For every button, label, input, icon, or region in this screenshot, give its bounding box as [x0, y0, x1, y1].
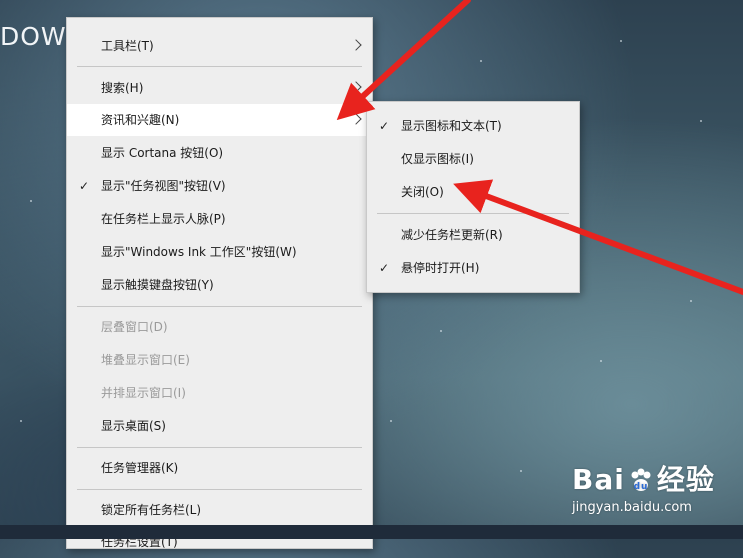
submenu-item-open-on-hover[interactable]: ✓ 悬停时打开(H)	[367, 252, 579, 284]
chevron-right-icon	[350, 113, 362, 125]
menu-item-label: 在任务栏上显示人脉(P)	[101, 212, 226, 226]
menu-item-show-touch-keyboard[interactable]: 显示触摸键盘按钮(Y)	[67, 269, 372, 301]
check-icon: ✓	[79, 179, 90, 193]
menu-item-show-cortana[interactable]: 显示 Cortana 按钮(O)	[67, 137, 372, 169]
menu-item-label: 层叠窗口(D)	[101, 320, 168, 334]
menu-item-label: 搜索(H)	[101, 81, 144, 95]
menu-separator	[377, 213, 569, 214]
watermark-logo: Bai du 经验	[572, 458, 715, 498]
menu-separator	[77, 489, 362, 490]
menu-item-lock-taskbars[interactable]: 锁定所有任务栏(L)	[67, 494, 372, 526]
menu-item-label: 任务管理器(K)	[101, 461, 179, 475]
news-and-interests-submenu: ✓ 显示图标和文本(T) 仅显示图标(I) 关闭(O) 减少任务栏更新(R) ✓…	[366, 101, 580, 293]
check-icon: ✓	[379, 119, 390, 133]
submenu-item-show-icon-and-text[interactable]: ✓ 显示图标和文本(T)	[367, 110, 579, 142]
submenu-item-label: 减少任务栏更新(R)	[401, 228, 503, 242]
submenu-item-turn-off[interactable]: 关闭(O)	[367, 176, 579, 208]
menu-item-task-manager[interactable]: 任务管理器(K)	[67, 452, 372, 484]
menu-item-label: 工具栏(T)	[101, 39, 154, 53]
menu-separator	[77, 306, 362, 307]
menu-item-label: 锁定所有任务栏(L)	[101, 503, 202, 517]
taskbar-context-menu: 工具栏(T) 搜索(H) 资讯和兴趣(N) 显示 Cortana 按钮(O) ✓…	[66, 17, 373, 549]
watermark-url: jingyan.baidu.com	[572, 500, 692, 515]
menu-item-label: 并排显示窗口(I)	[101, 386, 186, 400]
submenu-item-label: 关闭(O)	[401, 185, 444, 199]
menu-item-label: 显示桌面(S)	[101, 419, 166, 433]
menu-item-show-people[interactable]: 在任务栏上显示人脉(P)	[67, 203, 372, 235]
menu-item-show-windows-ink[interactable]: 显示"Windows Ink 工作区"按钮(W)	[67, 236, 372, 268]
check-icon: ✓	[379, 261, 390, 275]
menu-separator	[77, 66, 362, 67]
menu-item-side-by-side-windows[interactable]: 并排显示窗口(I)	[67, 377, 372, 409]
svg-text:du: du	[633, 482, 648, 492]
baidu-jingyan-watermark: Bai du 经验 jingyan.baidu.com	[572, 458, 715, 515]
submenu-item-label: 显示图标和文本(T)	[401, 119, 502, 133]
submenu-item-show-icon-only[interactable]: 仅显示图标(I)	[367, 143, 579, 175]
menu-item-label: 显示触摸键盘按钮(Y)	[101, 278, 214, 292]
menu-item-toolbars[interactable]: 工具栏(T)	[67, 30, 372, 62]
menu-item-news-and-interests[interactable]: 资讯和兴趣(N)	[67, 104, 372, 136]
menu-item-label: 显示"Windows Ink 工作区"按钮(W)	[101, 245, 297, 259]
submenu-item-label: 仅显示图标(I)	[401, 152, 474, 166]
menu-item-search[interactable]: 搜索(H)	[67, 72, 372, 104]
watermark-logo-right: 经验	[656, 463, 715, 496]
watermark-logo-left: Bai	[572, 463, 625, 496]
menu-item-label: 堆叠显示窗口(E)	[101, 353, 190, 367]
submenu-item-reduce-updates[interactable]: 减少任务栏更新(R)	[367, 219, 579, 251]
chevron-right-icon	[350, 39, 362, 51]
menu-item-label: 显示"任务视图"按钮(V)	[101, 179, 226, 193]
menu-item-show-task-view[interactable]: ✓ 显示"任务视图"按钮(V)	[67, 170, 372, 202]
submenu-item-label: 悬停时打开(H)	[401, 261, 480, 275]
chevron-right-icon	[350, 81, 362, 93]
menu-item-stack-windows[interactable]: 堆叠显示窗口(E)	[67, 344, 372, 376]
menu-item-label: 显示 Cortana 按钮(O)	[101, 146, 224, 160]
menu-separator	[77, 447, 362, 448]
taskbar[interactable]	[0, 525, 743, 539]
menu-item-label: 资讯和兴趣(N)	[101, 113, 180, 127]
paw-icon: du	[631, 468, 651, 492]
desktop-title-fragment: DOW	[0, 22, 67, 51]
menu-item-cascade-windows[interactable]: 层叠窗口(D)	[67, 311, 372, 343]
menu-item-show-desktop[interactable]: 显示桌面(S)	[67, 410, 372, 442]
